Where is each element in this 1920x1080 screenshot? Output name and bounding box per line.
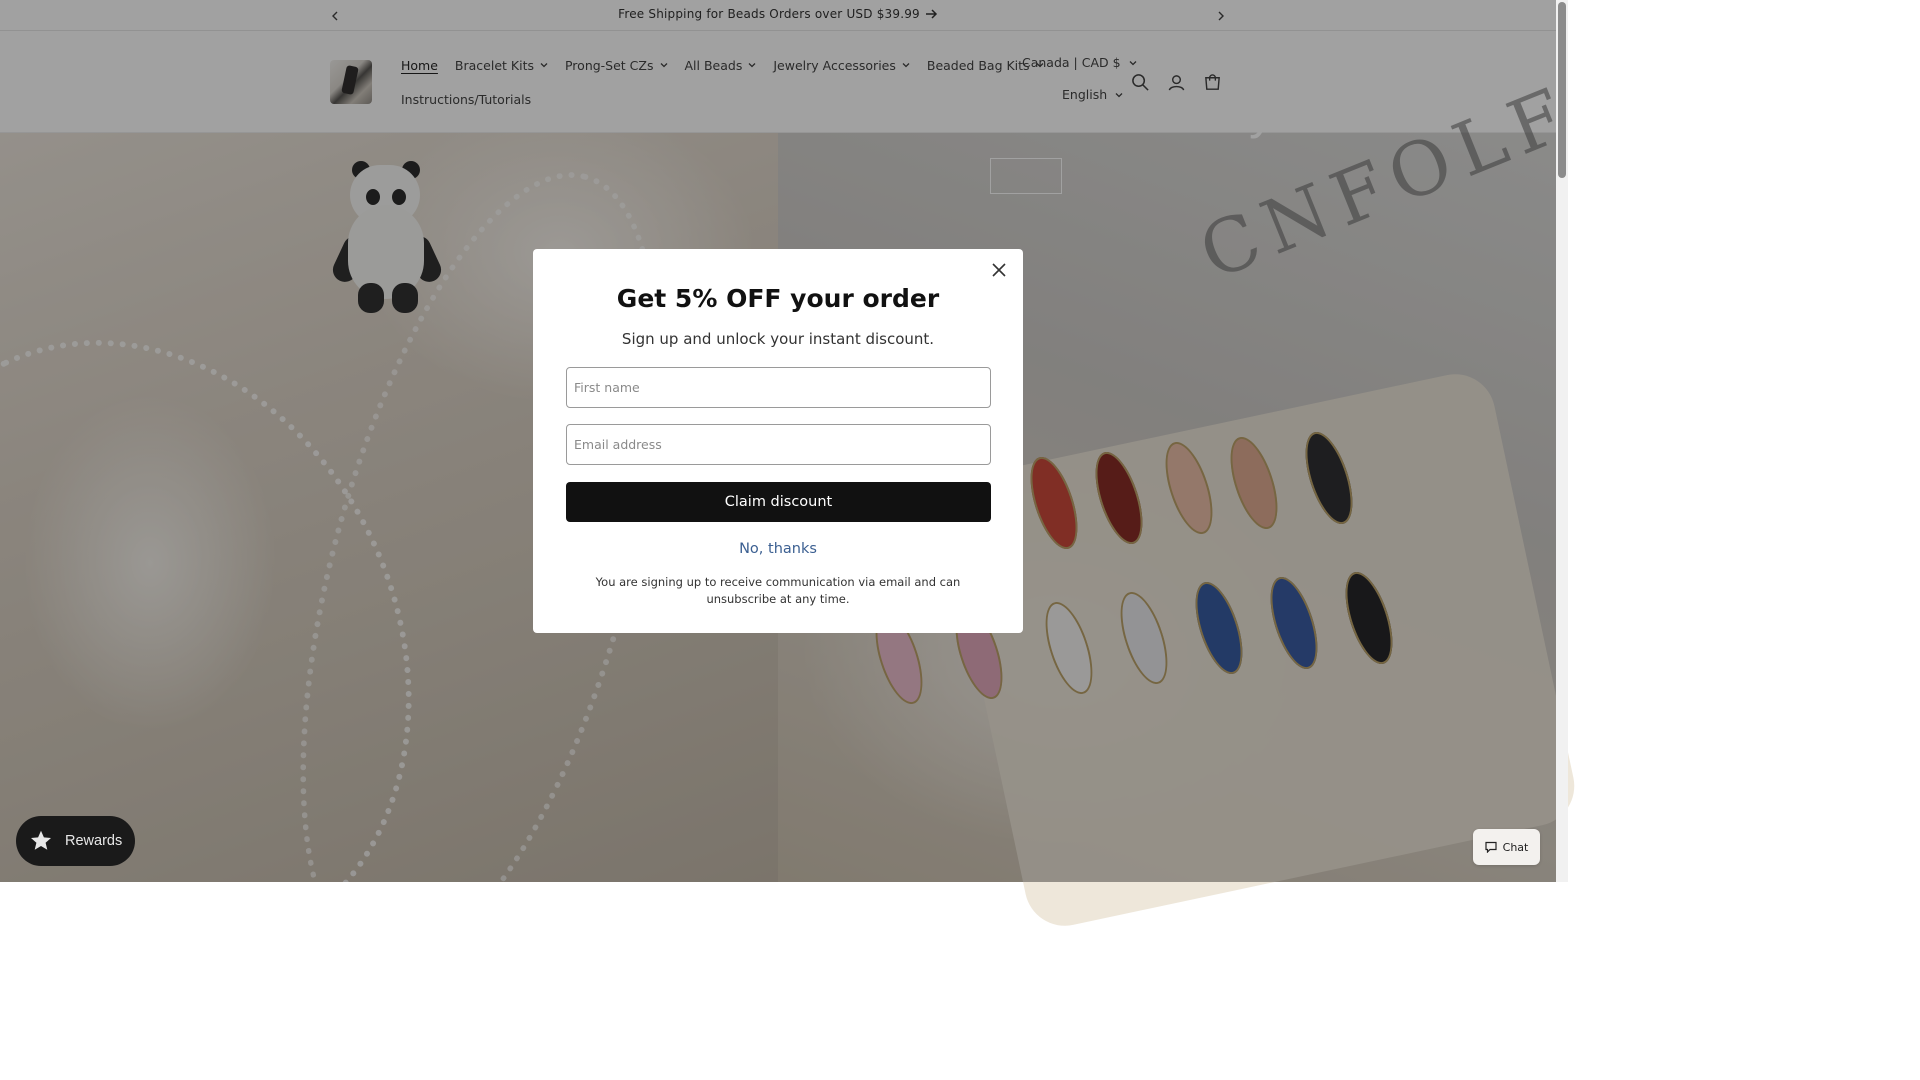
scrollbar-thumb[interactable] <box>1558 2 1566 178</box>
star-icon <box>31 830 51 850</box>
discount-popup: Get 5% OFF your order Sign up and unlock… <box>533 249 1023 633</box>
chat-label: Chat <box>1502 840 1529 854</box>
rewards-label: Rewards <box>65 833 123 849</box>
popup-subtitle: Sign up and unlock your instant discount… <box>621 330 935 348</box>
claim-discount-button[interactable]: Claim discount <box>566 482 991 522</box>
close-button[interactable] <box>987 258 1011 282</box>
first-name-field[interactable] <box>566 367 991 408</box>
page-scrollbar[interactable] <box>1556 0 1568 882</box>
chat-button[interactable]: Chat <box>1473 829 1540 865</box>
chat-icon <box>1485 841 1497 853</box>
popup-title: Get 5% OFF your order <box>616 284 940 313</box>
close-icon <box>992 263 1006 277</box>
legal-notice: You are signing up to receive communicat… <box>595 575 961 606</box>
email-field[interactable] <box>566 424 991 465</box>
rewards-button[interactable]: Rewards <box>16 816 135 866</box>
no-thanks-button[interactable]: No, thanks <box>533 541 1023 557</box>
